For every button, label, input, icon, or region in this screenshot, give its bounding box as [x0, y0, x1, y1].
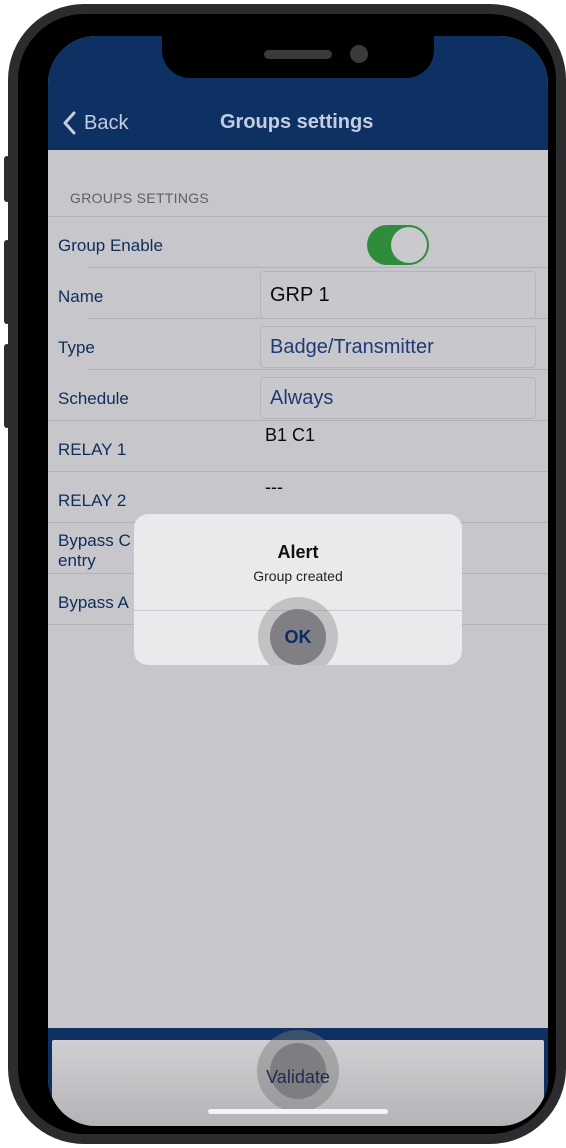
validate-label: Validate	[266, 1067, 330, 1087]
home-indicator[interactable]	[208, 1109, 388, 1114]
alert-ok-button[interactable]: OK	[270, 609, 326, 665]
app-screen: Back Groups settings GROUPS SETTINGS Gro…	[48, 36, 548, 1126]
relay2-label: RELAY 2	[58, 491, 127, 510]
speaker-grille	[264, 50, 332, 59]
bypass-entry-label-line1: Bypass C	[58, 531, 131, 550]
relay1-label: RELAY 1	[58, 440, 127, 459]
phone-frame: Back Groups settings GROUPS SETTINGS Gro…	[8, 4, 566, 1144]
schedule-select[interactable]: Always	[260, 377, 536, 419]
page-title: Groups settings	[220, 111, 374, 133]
row-divider	[88, 267, 548, 268]
bypass-entry-label: Bypass C entry	[58, 531, 131, 571]
back-label: Back	[84, 111, 129, 134]
row-divider	[48, 471, 548, 472]
alert-dialog: Alert Group created OK	[134, 514, 462, 665]
row-divider	[48, 420, 548, 421]
navigation-bar: Back Groups settings	[48, 36, 548, 150]
chevron-left-icon	[63, 111, 76, 135]
relay2-value[interactable]: ---	[265, 477, 283, 498]
alert-title: Alert	[277, 542, 319, 562]
front-camera	[350, 45, 368, 63]
alert-message: Group created	[253, 568, 343, 584]
row-divider	[88, 369, 548, 370]
row-divider	[48, 216, 548, 217]
row-divider	[88, 318, 548, 319]
section-header: GROUPS SETTINGS	[70, 190, 210, 206]
type-label: Type	[58, 338, 95, 357]
name-label: Name	[58, 287, 104, 306]
device-notch	[162, 36, 434, 78]
type-select[interactable]: Badge/Transmitter	[260, 326, 536, 368]
toggle-knob	[391, 227, 427, 263]
group-enable-toggle[interactable]	[367, 225, 429, 265]
name-field[interactable]: GRP 1	[260, 271, 536, 319]
relay1-value[interactable]: B1 C1	[265, 425, 315, 446]
bypass-entry-label-line2: entry	[58, 551, 96, 570]
group-enable-label: Group Enable	[58, 236, 163, 255]
bypass-a-label: Bypass A	[58, 593, 129, 612]
schedule-label: Schedule	[58, 389, 129, 408]
back-button[interactable]: Back	[62, 110, 128, 136]
